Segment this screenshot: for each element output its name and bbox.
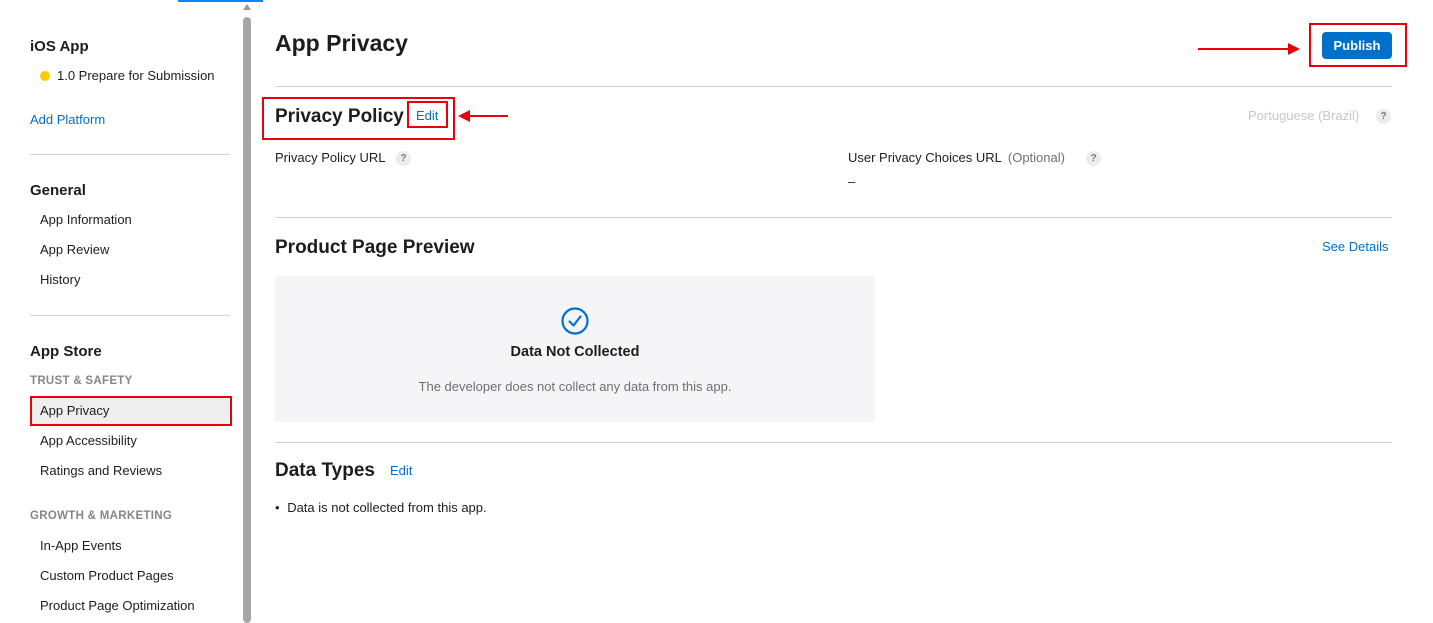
annotation-arrow-icon xyxy=(458,110,508,122)
sidebar-item-custom-product-pages[interactable]: Custom Product Pages xyxy=(40,568,174,583)
status-dot-icon xyxy=(40,70,50,81)
preview-card-title: Data Not Collected xyxy=(510,344,640,360)
data-not-collected-card: Data Not Collected The developer does no… xyxy=(275,276,875,422)
sidebar-version-item[interactable]: 1.0 Prepare for Submission xyxy=(40,68,215,83)
product-page-preview-title: Product Page Preview xyxy=(275,237,475,258)
section-divider xyxy=(275,442,1392,443)
privacy-policy-url-label: Privacy Policy URL xyxy=(275,150,386,165)
scrollbar-thumb[interactable] xyxy=(243,17,251,623)
optional-label: (Optional) xyxy=(1007,150,1065,165)
data-types-edit-link[interactable]: Edit xyxy=(390,463,412,478)
page-title: App Privacy xyxy=(275,30,408,56)
sidebar: iOS App 1.0 Prepare for Submission Add P… xyxy=(0,0,244,623)
scroll-up-arrow-icon[interactable] xyxy=(243,4,251,10)
see-details-link[interactable]: See Details xyxy=(1322,239,1388,254)
checkmark-circle-icon xyxy=(561,307,589,335)
privacy-choices-url-value: – xyxy=(848,174,856,189)
sidebar-subheading-growth-marketing: GROWTH & MARKETING xyxy=(30,510,173,522)
privacy-policy-title: Privacy Policy xyxy=(275,106,404,127)
language-label: Portuguese (Brazil) xyxy=(1248,108,1360,123)
sidebar-item-label: App Privacy xyxy=(40,403,110,418)
annotation-arrow-icon xyxy=(1198,43,1300,55)
list-item: • Data is not collected from this app. xyxy=(275,500,487,515)
sidebar-item-app-review[interactable]: App Review xyxy=(40,242,109,257)
section-divider xyxy=(275,217,1392,218)
sidebar-item-history[interactable]: History xyxy=(40,272,80,287)
sidebar-heading-general: General xyxy=(30,182,86,199)
add-platform-link[interactable]: Add Platform xyxy=(30,112,105,127)
bullet-icon: • xyxy=(275,500,280,515)
language-help-icon[interactable]: ? xyxy=(1376,109,1391,124)
sidebar-app-title: iOS App xyxy=(30,38,89,55)
privacy-policy-url-help-icon[interactable]: ? xyxy=(396,151,411,166)
privacy-choices-url-label: User Privacy Choices URL (Optional) xyxy=(848,150,1065,165)
sidebar-item-app-accessibility[interactable]: App Accessibility xyxy=(40,433,137,448)
sidebar-item-ratings-and-reviews[interactable]: Ratings and Reviews xyxy=(40,463,162,478)
sidebar-item-in-app-events[interactable]: In-App Events xyxy=(40,538,122,553)
sidebar-item-product-page-optimization[interactable]: Product Page Optimization xyxy=(40,598,195,613)
preview-card-description: The developer does not collect any data … xyxy=(418,379,732,394)
publish-button[interactable]: Publish xyxy=(1322,32,1392,59)
sidebar-item-app-information[interactable]: App Information xyxy=(40,212,132,227)
privacy-choices-url-help-icon[interactable]: ? xyxy=(1086,151,1101,166)
data-types-title: Data Types xyxy=(275,460,375,481)
privacy-policy-edit-link[interactable]: Edit xyxy=(416,108,438,123)
section-divider xyxy=(275,86,1392,87)
sidebar-item-app-privacy[interactable]: App Privacy xyxy=(31,397,229,424)
sidebar-divider xyxy=(30,315,230,316)
sidebar-subheading-trust-safety: TRUST & SAFETY xyxy=(30,375,133,387)
sidebar-heading-app-store: App Store xyxy=(30,343,102,360)
sidebar-version-label: 1.0 Prepare for Submission xyxy=(57,68,215,83)
privacy-choices-url-label-text: User Privacy Choices URL xyxy=(848,150,1002,165)
sidebar-divider xyxy=(30,154,230,155)
data-types-item-text: Data is not collected from this app. xyxy=(287,500,487,515)
